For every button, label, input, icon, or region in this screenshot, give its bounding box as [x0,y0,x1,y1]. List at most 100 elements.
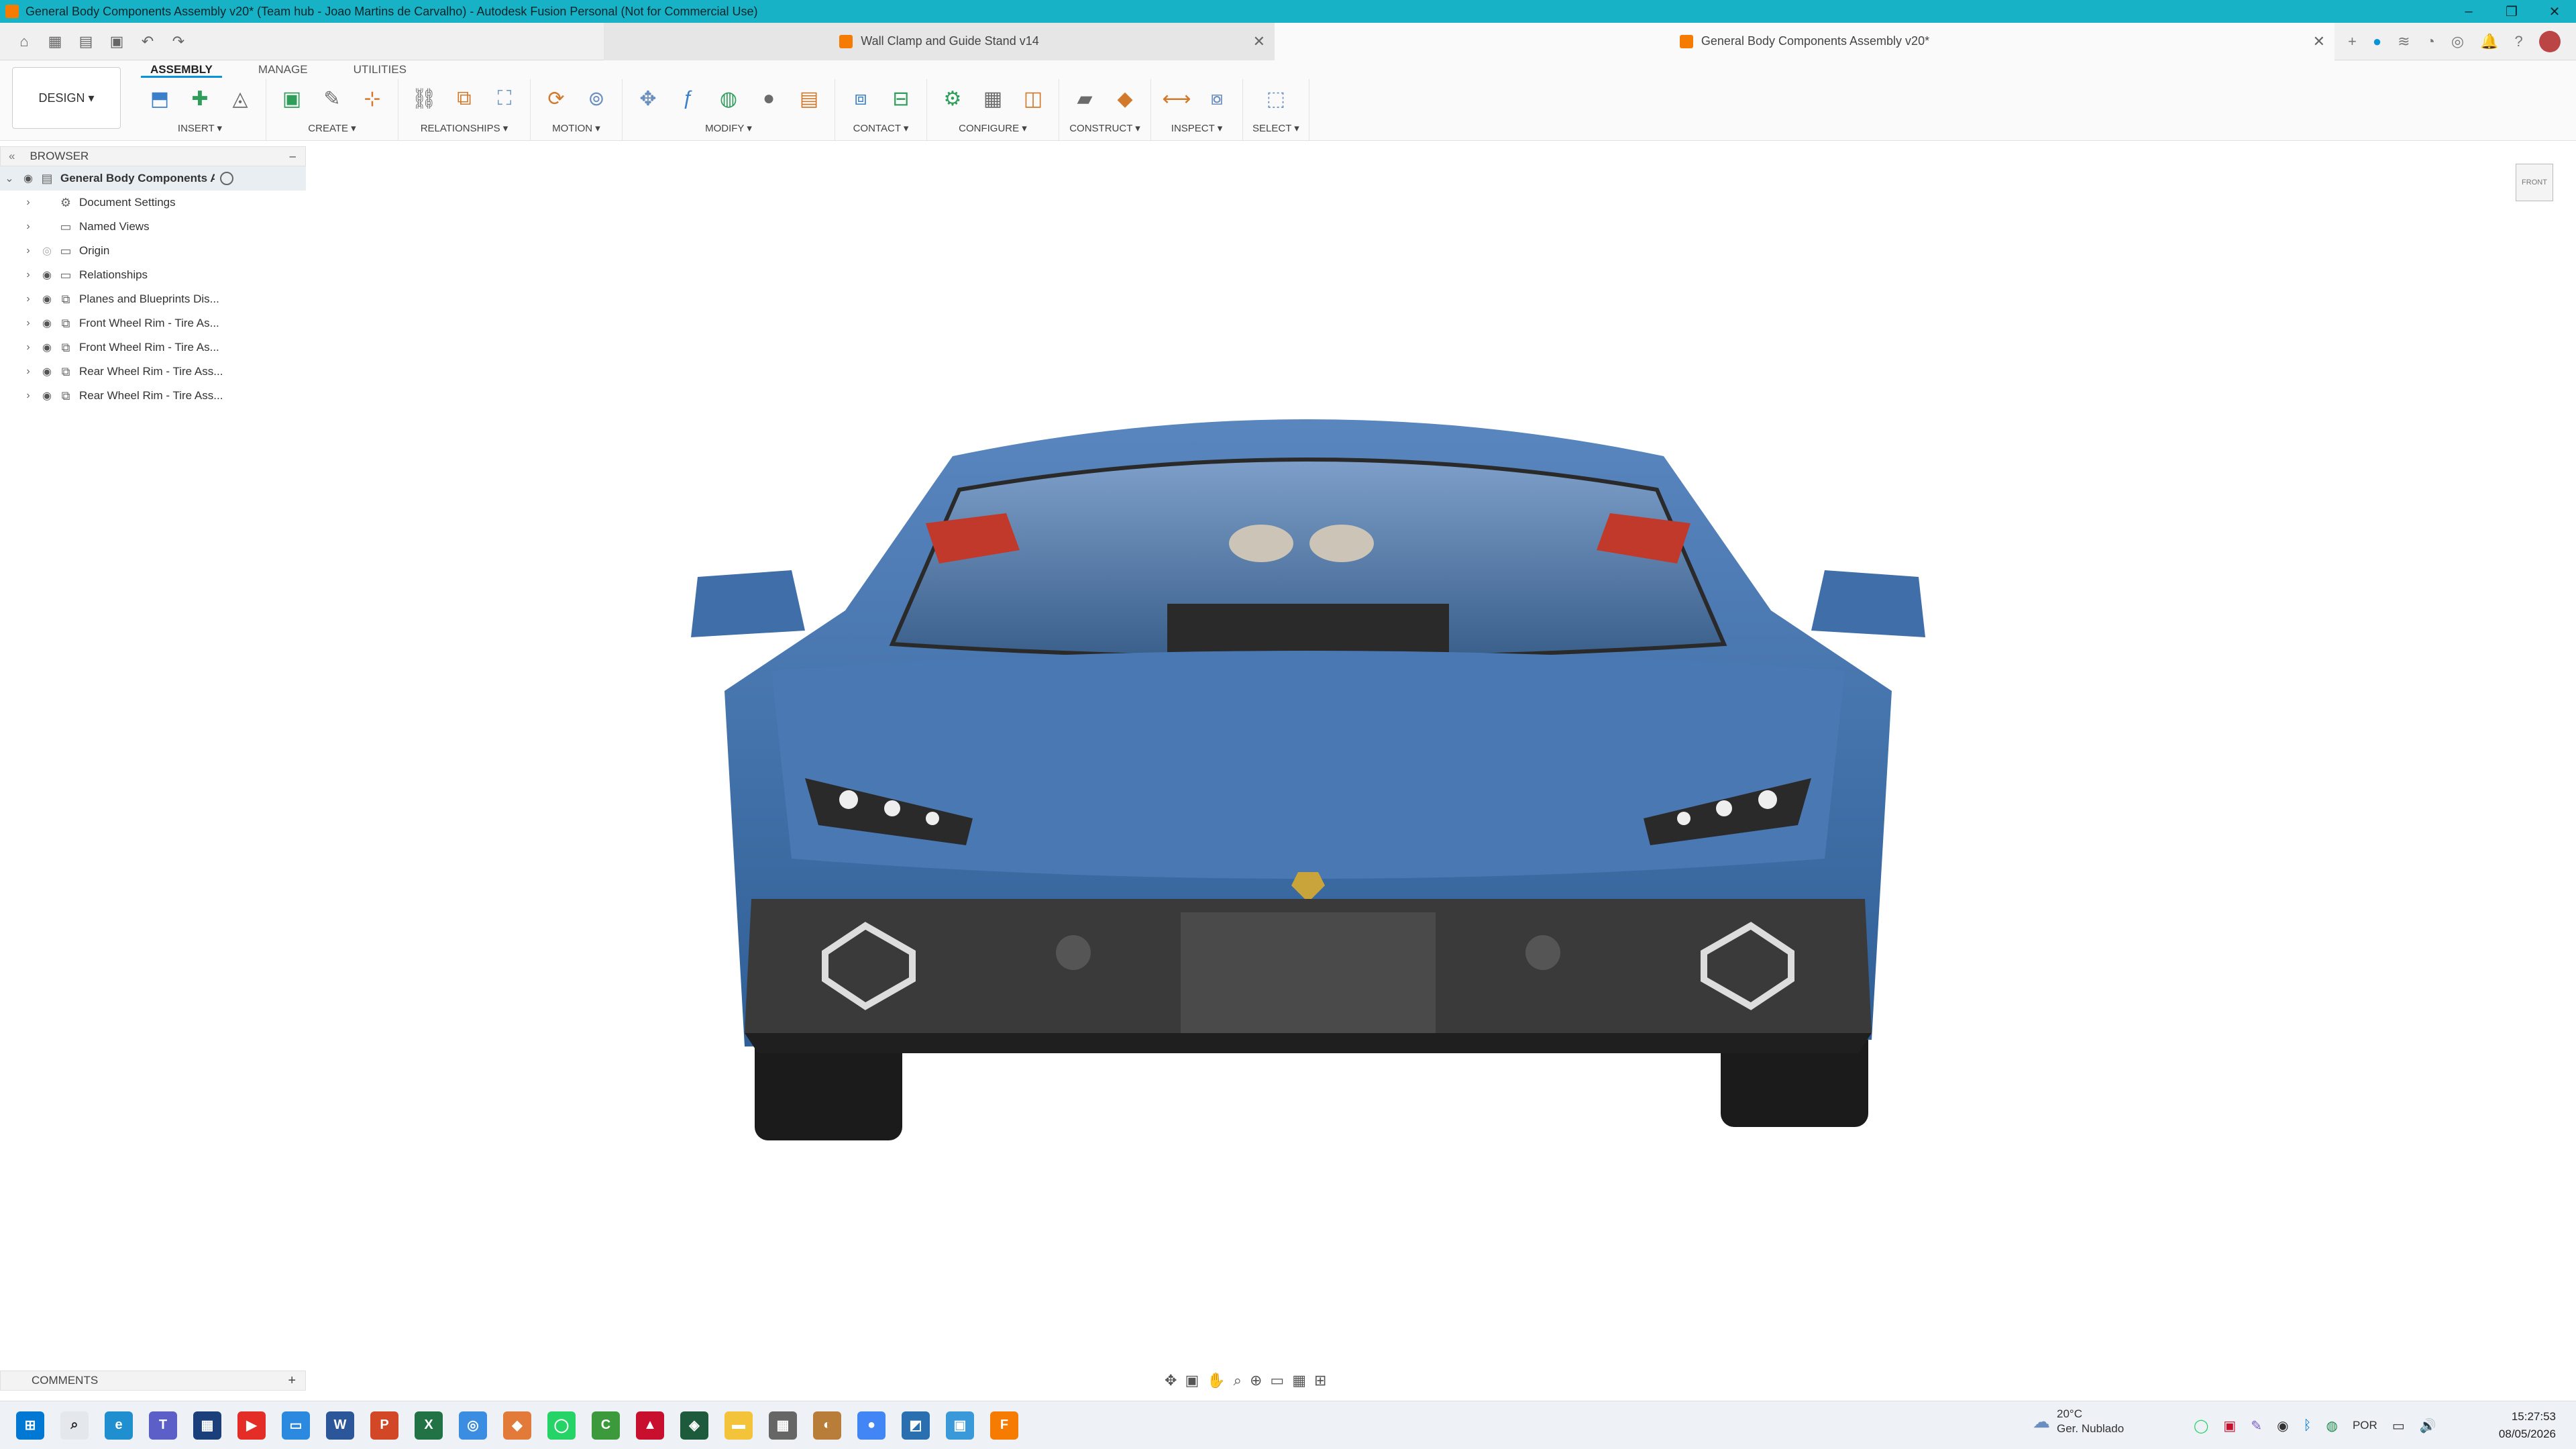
toolbar-group-label[interactable]: MOTION ▾ [552,122,600,134]
appearance-icon[interactable]: ● [753,83,785,115]
move-icon[interactable]: ✥ [632,83,664,115]
calculator-icon[interactable]: ▦ [769,1411,797,1440]
minimize-panel-icon[interactable]: – [290,150,296,163]
grid-icon[interactable]: ▦ [44,31,66,52]
toolbar-group-label[interactable]: INSERT ▾ [178,122,222,134]
comments-panel[interactable]: COMMENTS + [0,1371,306,1391]
visibility-icon[interactable]: ◉ [38,292,56,306]
app-tray-icon[interactable]: ▣ [2223,1417,2236,1434]
viewports-icon[interactable]: ⊞ [1314,1372,1326,1389]
store-icon[interactable]: ▦ [193,1411,221,1440]
app-image-icon[interactable]: ◩ [902,1411,930,1440]
tab-general-body[interactable]: General Body Components Assembly v20* ✕ [1275,22,2334,60]
physical-material-icon[interactable]: ◍ [712,83,745,115]
drive-joints-icon[interactable]: ⟳ [540,83,572,115]
config-table-icon[interactable]: ▦ [977,83,1009,115]
zoom-icon[interactable]: ⌕ [1234,1372,1242,1389]
toolbar-group-label[interactable]: RELATIONSHIPS ▾ [421,122,508,134]
interference-icon[interactable]: ⧇ [1201,83,1233,115]
visibility-icon[interactable]: ◉ [38,268,56,282]
redo-icon[interactable]: ↷ [168,31,189,52]
insert-component-icon[interactable]: ⬒ [144,83,176,115]
collapse-panel-icon[interactable]: « [9,150,15,163]
weather-widget[interactable]: ☁ 20°C Ger. Nublado [2033,1407,2124,1436]
expand-icon[interactable]: › [19,269,38,281]
activate-radio[interactable] [220,172,233,185]
bluetooth-icon[interactable]: ᛒ [2304,1418,2312,1434]
toolbar-group-label[interactable]: CONFIGURE ▾ [959,122,1027,134]
tree-root[interactable]: ⌄ ◉ ▤ General Body Components A... [0,166,306,191]
config-rule-icon[interactable]: ◫ [1017,83,1049,115]
undo-icon[interactable]: ↶ [137,31,158,52]
toolbar-group-label[interactable]: SELECT ▾ [1252,122,1299,134]
insert-new-icon[interactable]: ✚ [184,83,216,115]
app-flame-icon[interactable]: ◆ [503,1411,531,1440]
toolbar-group-label[interactable]: INSPECT ▾ [1171,122,1222,134]
app-game-icon[interactable]: ◐ [813,1411,841,1440]
powerpoint-icon[interactable]: P [370,1411,398,1440]
tree-item[interactable]: › ◉ ⧉ Front Wheel Rim - Tire As... [0,311,306,335]
language-indicator[interactable]: POR [2353,1419,2377,1432]
app-dark-icon[interactable]: ◈ [680,1411,708,1440]
display-settings-icon[interactable]: ▭ [1270,1372,1284,1389]
tab-utilities[interactable]: UTILITIES [344,60,416,78]
tree-item[interactable]: › ⚙ Document Settings [0,191,306,215]
jobs-icon[interactable]: ≋ [2398,33,2410,50]
create-sketch-icon[interactable]: ✎ [316,83,348,115]
app-red-icon[interactable]: ▲ [636,1411,664,1440]
visibility-icon[interactable]: ◉ [38,341,56,354]
visibility-icon[interactable]: ◉ [38,365,56,378]
word-icon[interactable]: W [326,1411,354,1440]
app-blue-icon[interactable]: ◎ [459,1411,487,1440]
close-button[interactable]: ✕ [2533,3,2576,20]
security-icon[interactable]: ◍ [2326,1417,2338,1434]
app-green-icon[interactable]: C [592,1411,620,1440]
visibility-hidden-icon[interactable]: ◎ [38,244,56,258]
home-icon[interactable]: ⌂ [13,31,35,52]
contact-sets-icon[interactable]: ⧈ [845,83,877,115]
search-icon[interactable]: ⌕ [60,1411,89,1440]
tree-item[interactable]: › ◉ ⧉ Front Wheel Rim - Tire As... [0,335,306,360]
joint-icon[interactable]: ⛓ [408,83,440,115]
add-comment-icon[interactable]: + [288,1373,296,1389]
save-icon[interactable]: ▣ [106,31,127,52]
close-tab-icon[interactable]: ✕ [1253,33,1265,50]
help-icon[interactable]: ? [2515,33,2523,50]
chrome-icon[interactable]: ● [857,1411,885,1440]
tree-item[interactable]: › ◉ ▭ Relationships [0,263,306,287]
parameters-icon[interactable]: ƒ [672,83,704,115]
motion-link-icon[interactable]: ⊚ [580,83,612,115]
edge-icon[interactable]: e [105,1411,133,1440]
visibility-icon[interactable]: ◉ [38,389,56,402]
remote-desktop-icon[interactable]: ▭ [282,1411,310,1440]
expand-icon[interactable]: › [19,390,38,402]
select-box-icon[interactable]: ⬚ [1260,83,1292,115]
axis-icon[interactable]: ◆ [1109,83,1141,115]
expand-icon[interactable]: › [19,293,38,305]
fit-icon[interactable]: ⊕ [1250,1372,1262,1389]
whatsapp-tray-icon[interactable]: ◯ [2194,1417,2208,1434]
expand-icon[interactable]: ⌄ [0,172,19,185]
new-component-icon[interactable]: ▣ [276,83,308,115]
tree-item[interactable]: › ▭ Named Views [0,215,306,239]
expand-icon[interactable]: › [19,197,38,209]
insert-mesh-icon[interactable]: ◬ [224,83,256,115]
notifications-icon[interactable]: 🔔 [2480,33,2498,50]
network-icon[interactable]: ▭ [2392,1417,2405,1434]
as-built-joint-icon[interactable]: ⧉ [448,83,480,115]
tab-assembly[interactable]: ASSEMBLY [141,60,222,78]
configure-icon[interactable]: ⚙ [936,83,969,115]
look-at-icon[interactable]: ▣ [1185,1372,1199,1389]
toolbar-group-label[interactable]: CONTACT ▾ [853,122,909,134]
new-tab-icon[interactable]: + [2348,33,2357,50]
avatar[interactable] [2538,30,2561,52]
clock[interactable]: 15:27:53 08/05/2026 [2499,1408,2556,1443]
fusion-taskbar-icon[interactable]: F [990,1411,1018,1440]
rigid-group-icon[interactable]: ⛶ [488,83,521,115]
youtube-icon[interactable]: ▶ [237,1411,266,1440]
pan-icon[interactable]: ✋ [1207,1372,1225,1389]
restore-button[interactable]: ❐ [2490,3,2533,20]
expand-icon[interactable]: › [19,366,38,378]
minimize-button[interactable]: – [2447,4,2490,19]
visibility-icon[interactable]: ◉ [19,172,38,185]
